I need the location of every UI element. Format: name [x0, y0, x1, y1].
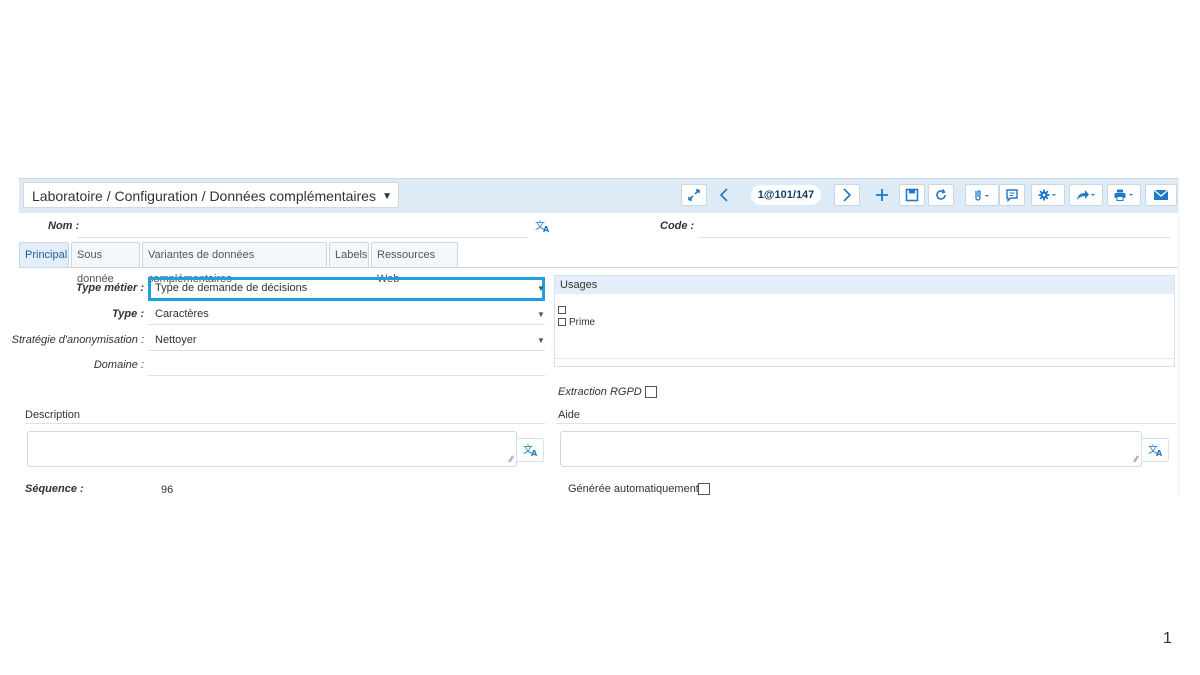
caret-down-icon: ▼ [382, 191, 392, 202]
description-textarea[interactable]: ∕∕ [27, 431, 517, 467]
strategie-caret-icon[interactable]: ▼ [537, 336, 545, 345]
resize-grip-icon[interactable]: ∕∕ [510, 454, 513, 464]
strategie-select[interactable]: Nettoyer [155, 334, 197, 346]
slide-number: 1 [1163, 630, 1172, 647]
code-label: Code : [660, 220, 695, 232]
breadcrumb: Laboratoire / Configuration / Données co… [32, 188, 376, 204]
type-underline [148, 324, 545, 325]
code-underline [698, 237, 1170, 238]
printer-icon [1114, 189, 1133, 201]
aide-label: Aide [558, 409, 581, 421]
svg-text:A: A [531, 449, 538, 457]
domaine-label: Domaine : [93, 359, 144, 371]
translate-icon: 文A [523, 443, 538, 457]
plus-icon [876, 189, 888, 201]
tab-principal[interactable]: Principal [19, 242, 69, 267]
save-button[interactable] [899, 184, 925, 206]
type-metier-label: Type métier : [75, 282, 144, 294]
tab-labels[interactable]: Labels [329, 242, 369, 267]
translate-description-button[interactable]: 文A [516, 438, 544, 462]
usage-item-prime[interactable]: Prime [558, 317, 595, 328]
translate-icon: 文A [1148, 443, 1163, 457]
generee-label: Générée automatiquement : [568, 483, 705, 495]
attachment-button[interactable] [965, 184, 999, 206]
main-toolbar: Laboratoire / Configuration / Données co… [19, 178, 1179, 213]
save-icon [905, 188, 919, 202]
share-arrow-icon [1077, 190, 1095, 200]
print-button[interactable] [1107, 184, 1141, 206]
type-select[interactable]: Caractères [155, 308, 209, 320]
aide-textarea[interactable]: ∕∕ [560, 431, 1142, 467]
strategie-label: Stratégie d'anonymisation : [11, 334, 144, 346]
tab-variantes[interactable]: Variantes de données complémentaires [142, 242, 327, 285]
type-metier-select[interactable]: Type de demande de décisions [155, 282, 307, 294]
nom-underline [78, 237, 528, 238]
usage-checkbox[interactable] [558, 306, 566, 315]
type-label: Type : [112, 308, 144, 320]
sequence-label: Séquence : [25, 483, 84, 495]
refresh-icon [936, 189, 946, 200]
nom-label: Nom : [48, 220, 80, 232]
translate-nom-icon[interactable]: 文A [535, 219, 550, 238]
add-button[interactable] [869, 184, 895, 206]
email-button[interactable] [1145, 184, 1177, 206]
next-button[interactable] [834, 184, 860, 206]
chevron-left-icon [719, 188, 728, 202]
translate-aide-button[interactable]: 文A [1141, 438, 1169, 462]
expand-icon [688, 189, 700, 201]
record-position: 1@101/147 [751, 185, 821, 205]
extraction-rgpd-checkbox[interactable] [645, 386, 657, 398]
comment-button[interactable] [999, 184, 1025, 206]
settings-button[interactable] [1031, 184, 1065, 206]
type-metier-caret-icon[interactable]: ▼ [537, 284, 545, 293]
breadcrumb-dropdown[interactable]: Laboratoire / Configuration / Données co… [23, 182, 399, 208]
usages-panel: Usages Prime [554, 275, 1175, 367]
usage-item[interactable] [558, 305, 569, 316]
chevron-right-icon [843, 188, 852, 202]
usages-title: Usages [555, 276, 1174, 294]
tab-underline [19, 267, 1179, 268]
usage-prime-checkbox[interactable] [558, 318, 566, 327]
type-caret-icon[interactable]: ▼ [537, 310, 545, 319]
generee-checkbox[interactable] [698, 483, 710, 495]
share-button[interactable] [1069, 184, 1103, 206]
domaine-underline [148, 375, 545, 376]
svg-text:A: A [1156, 449, 1163, 457]
envelope-icon [1153, 189, 1169, 200]
expand-button[interactable] [681, 184, 707, 206]
refresh-button[interactable] [928, 184, 954, 206]
gear-icon [1038, 189, 1056, 201]
strategie-underline [148, 350, 545, 351]
previous-button[interactable] [711, 184, 737, 206]
tab-ressources-web[interactable]: Ressources Web [371, 242, 458, 285]
paperclip-icon [975, 190, 989, 201]
extraction-rgpd-label: Extraction RGPD : [558, 386, 648, 398]
svg-text:A: A [543, 225, 550, 233]
sequence-value: 96 [161, 484, 174, 496]
resize-grip-icon[interactable]: ∕∕ [1135, 454, 1138, 464]
description-label: Description [25, 409, 81, 421]
comment-icon [1006, 189, 1018, 202]
tab-sous-donnee[interactable]: Sous donnée [71, 242, 140, 285]
